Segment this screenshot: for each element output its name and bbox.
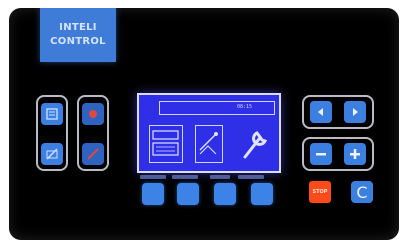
arrow-right-icon xyxy=(353,108,358,116)
calibrate-icon[interactable] xyxy=(195,125,223,163)
plus-icon xyxy=(350,149,360,159)
softkey-3[interactable] xyxy=(214,183,236,205)
brand-logo: INTELI CONTROL xyxy=(40,8,116,62)
disabled-red-icon xyxy=(87,148,99,160)
disabled-icon xyxy=(46,148,58,160)
arrow-button-group xyxy=(302,95,374,129)
screen-header-bar: 08:15 xyxy=(159,101,275,115)
arrow-right-button[interactable] xyxy=(344,101,366,123)
softkey-indicator-2 xyxy=(172,175,198,179)
softkey-4[interactable] xyxy=(251,183,273,205)
reset-button[interactable]: C xyxy=(351,181,373,203)
softkey-indicator-1 xyxy=(140,175,166,179)
lcd-screen: 08:15 xyxy=(137,93,281,173)
control-panel: INTELI CONTROL 08:15 STOP C xyxy=(9,8,399,240)
document-button[interactable] xyxy=(41,103,63,125)
emergency-red-icon xyxy=(89,110,97,118)
softkey-indicator-3 xyxy=(210,175,230,179)
adjust-button-group xyxy=(302,137,374,171)
disabled-button[interactable] xyxy=(41,143,63,165)
keyboard-display-icon[interactable] xyxy=(149,125,183,163)
plus-button[interactable] xyxy=(344,143,366,165)
arrow-left-button[interactable] xyxy=(310,101,332,123)
wrench-icon[interactable] xyxy=(237,125,271,163)
disabled-red-button[interactable] xyxy=(82,143,104,165)
stop-button[interactable]: STOP xyxy=(309,181,331,203)
emergency-button[interactable] xyxy=(82,103,104,125)
document-icon xyxy=(46,108,58,120)
left-button-group-1 xyxy=(36,95,68,171)
arrow-left-icon xyxy=(318,108,323,116)
screen-time: 08:15 xyxy=(236,104,252,110)
minus-button[interactable] xyxy=(310,143,332,165)
softkey-2[interactable] xyxy=(177,183,199,205)
softkey-indicator-4 xyxy=(238,175,264,179)
minus-icon xyxy=(316,153,326,156)
brand-line-2: CONTROL xyxy=(50,36,106,47)
softkey-1[interactable] xyxy=(142,183,164,205)
brand-line-1: INTELI xyxy=(59,22,97,33)
left-button-group-2 xyxy=(77,95,109,171)
